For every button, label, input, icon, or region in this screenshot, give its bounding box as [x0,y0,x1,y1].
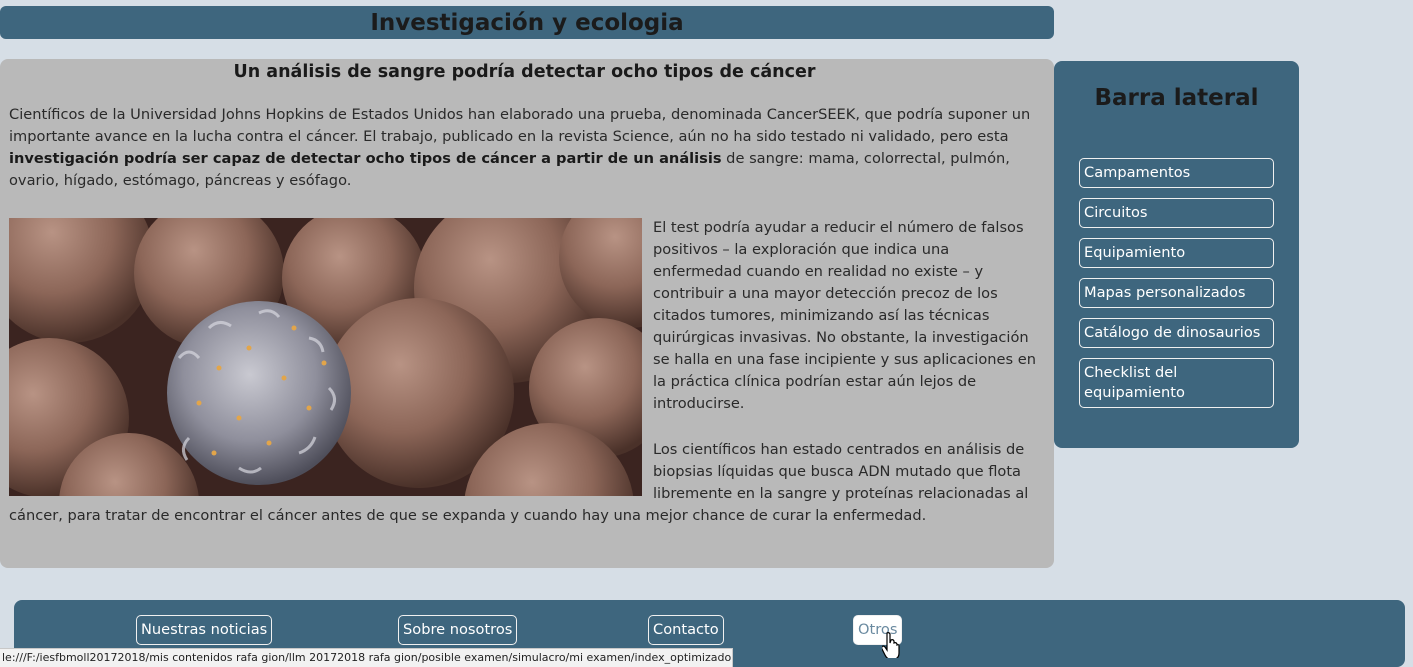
page-title: Investigación y ecologia [370,10,684,36]
sidebar-item-campamentos[interactable]: Campamentos [1079,158,1274,188]
intro-text-start: Científicos de la Universidad Johns Hopk… [9,106,1031,145]
nav-sobre-nosotros[interactable]: Sobre nosotros [398,615,518,645]
nav-nuestras-noticias[interactable]: Nuestras noticias [136,615,273,645]
status-bar: le:///F:/iesfbmoll20172018/mis contenido… [0,648,733,667]
nav-contacto[interactable]: Contacto [648,615,724,645]
sidebar-title: Barra lateral [1094,85,1259,111]
sidebar-item-equipamiento[interactable]: Equipamiento [1079,238,1274,268]
hand-cursor-icon [882,632,900,658]
sidebar-item-circuitos[interactable]: Circuitos [1079,198,1274,228]
sidebar-item-catalogo-dinosaurios[interactable]: Catálogo de dinosaurios [1079,318,1274,348]
intro-text-bold: investigación podría ser capaz de detect… [9,150,722,167]
status-url: le:///F:/iesfbmoll20172018/mis contenido… [2,651,733,664]
article: Un análisis de sangre podría detectar oc… [0,59,1054,568]
article-intro: Científicos de la Universidad Johns Hopk… [9,104,1040,192]
sidebar-item-checklist-equipamiento[interactable]: Checklist del equipamiento [1079,358,1274,408]
cancer-cell-image [9,218,642,496]
page-header: Investigación y ecologia [0,6,1054,39]
article-title: Un análisis de sangre podría detectar oc… [233,62,816,82]
sidebar: Barra lateral Campamentos Circuitos Equi… [1054,61,1299,448]
sidebar-item-mapas-personalizados[interactable]: Mapas personalizados [1079,278,1274,308]
